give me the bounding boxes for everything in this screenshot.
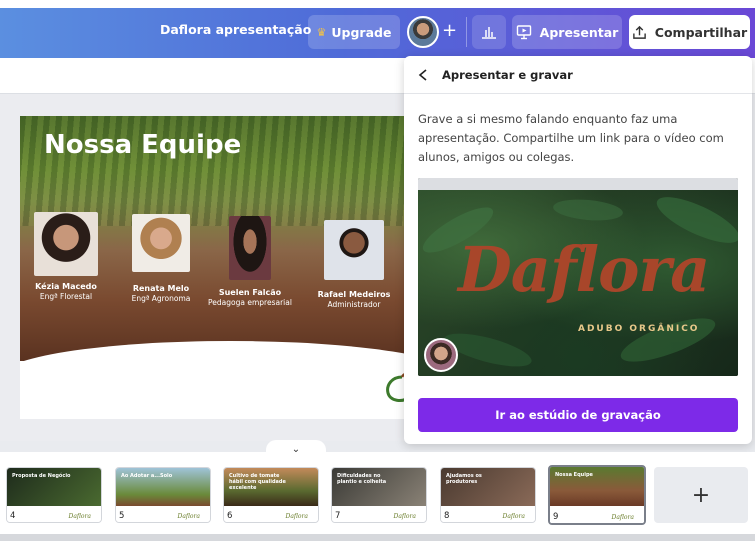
add-collaborator-icon[interactable]: + — [442, 20, 457, 41]
bar-chart-icon — [482, 27, 496, 39]
recording-studio-button[interactable]: Ir ao estúdio de gravação — [418, 398, 738, 432]
slide-canvas[interactable]: Nossa Equipe Kézia Macedo Engª Florestal… — [20, 116, 420, 419]
bottom-bar — [0, 534, 755, 541]
member-name: Kézia Macedo — [35, 282, 97, 291]
thumbnail-number: 8 — [444, 511, 450, 521]
thumbnail-number: 6 — [227, 511, 233, 521]
share-button[interactable]: Compartilhar — [629, 15, 750, 49]
thumbnail-number: 4 — [10, 511, 16, 521]
slide-thumbnail-8[interactable]: Ajudamos os produtores 8 Daflora — [440, 467, 536, 523]
recording-preview: Daflora ADUBO ORGÂNICO — [418, 178, 738, 376]
preview-brand: Daflora — [458, 233, 710, 306]
thumbnail-signature: Daflora — [285, 513, 308, 520]
member-name: Renata Melo — [132, 284, 190, 293]
insights-button[interactable] — [472, 15, 506, 49]
present-record-panel: Apresentar e gravar Grave a si mesmo fal… — [404, 56, 752, 444]
collapse-pages-toggle[interactable]: ⌄ — [266, 440, 326, 458]
plus-icon: + — [691, 482, 711, 508]
slide-thumbnail-6[interactable]: Cultivo de tomate hábil com qualidade ex… — [223, 467, 319, 523]
camera-bubble — [424, 338, 458, 372]
thumbnail-signature: Daflora — [611, 514, 634, 521]
present-icon — [516, 25, 531, 40]
thumbnail-number: 5 — [119, 511, 125, 521]
team-member-4[interactable]: Rafael Medeiros Administrador — [314, 220, 394, 309]
present-button[interactable]: Apresentar — [512, 15, 622, 49]
member-photo — [324, 220, 384, 280]
slide-title[interactable]: Nossa Equipe — [44, 130, 241, 160]
panel-header: Apresentar e gravar — [404, 56, 752, 94]
member-photo — [34, 212, 98, 276]
back-arrow-icon[interactable] — [418, 68, 428, 81]
thumbnail-title: Cultivo de tomate hábil com qualidade ex… — [229, 473, 286, 491]
slide-thumbnail-7[interactable]: Dificuldades no plantio e colheita 7 Daf… — [331, 467, 427, 523]
upgrade-label: Upgrade — [331, 24, 392, 40]
divider — [466, 17, 467, 47]
share-label: Compartilhar — [654, 24, 748, 40]
preview-tagline: ADUBO ORGÂNICO — [578, 324, 700, 334]
thumbnail-title: Proposta de Negócio — [12, 473, 71, 479]
slide-thumbnail-5[interactable]: Ao Adotar a...Solo 5 Daflora — [115, 467, 211, 523]
upload-icon — [632, 25, 646, 39]
member-role: Pedagoga empresarial — [208, 298, 292, 307]
thumbnail-title: Dificuldades no plantio e colheita — [337, 473, 387, 485]
team-member-2[interactable]: Renata Melo Engª Agronoma — [120, 214, 202, 303]
user-avatar[interactable] — [407, 16, 439, 48]
slide-wave-shape — [20, 341, 420, 419]
member-name: Rafael Medeiros — [317, 290, 391, 299]
chevron-down-icon: ⌄ — [291, 443, 301, 455]
slide-thumbnail-9[interactable]: Nossa Equipe 9 Daflora — [548, 465, 646, 525]
thumbnail-number: 9 — [553, 512, 559, 522]
member-photo — [229, 216, 271, 280]
present-label: Apresentar — [539, 24, 619, 40]
thumbnail-title: Ao Adotar a...Solo — [121, 473, 173, 479]
upgrade-button[interactable]: ♛ Upgrade — [308, 15, 400, 49]
thumbnail-title: Ajudamos os produtores — [446, 473, 482, 485]
thumbnail-signature: Daflora — [502, 513, 525, 520]
member-role: Engª Agronoma — [131, 294, 191, 303]
member-role: Administrador — [327, 300, 381, 309]
panel-title: Apresentar e gravar — [442, 67, 573, 82]
team-member-1[interactable]: Kézia Macedo Engª Florestal — [28, 212, 104, 301]
window-strip — [0, 0, 755, 8]
thumbnail-signature: Daflora — [177, 513, 200, 520]
thumbnail-title: Nossa Equipe — [555, 472, 593, 478]
slide-thumbnail-4[interactable]: Proposta de Negócio 4 Daflora — [6, 467, 102, 523]
thumbnail-signature: Daflora — [393, 513, 416, 520]
panel-description: Grave a si mesmo falando enquanto faz um… — [418, 112, 724, 164]
crown-icon: ♛ — [316, 25, 327, 39]
document-title[interactable]: Daflora apresentação — [160, 22, 311, 37]
member-name: Suelen Falcão — [218, 288, 282, 297]
preview-window-bar — [418, 178, 738, 193]
thumbnail-number: 7 — [335, 511, 341, 521]
thumbnail-signature: Daflora — [68, 513, 91, 520]
add-slide-button[interactable]: + — [654, 467, 748, 523]
team-member-3[interactable]: Suelen Falcão Pedagoga empresarial — [202, 216, 298, 307]
member-role: Engª Florestal — [39, 292, 93, 301]
member-photo — [132, 214, 190, 272]
